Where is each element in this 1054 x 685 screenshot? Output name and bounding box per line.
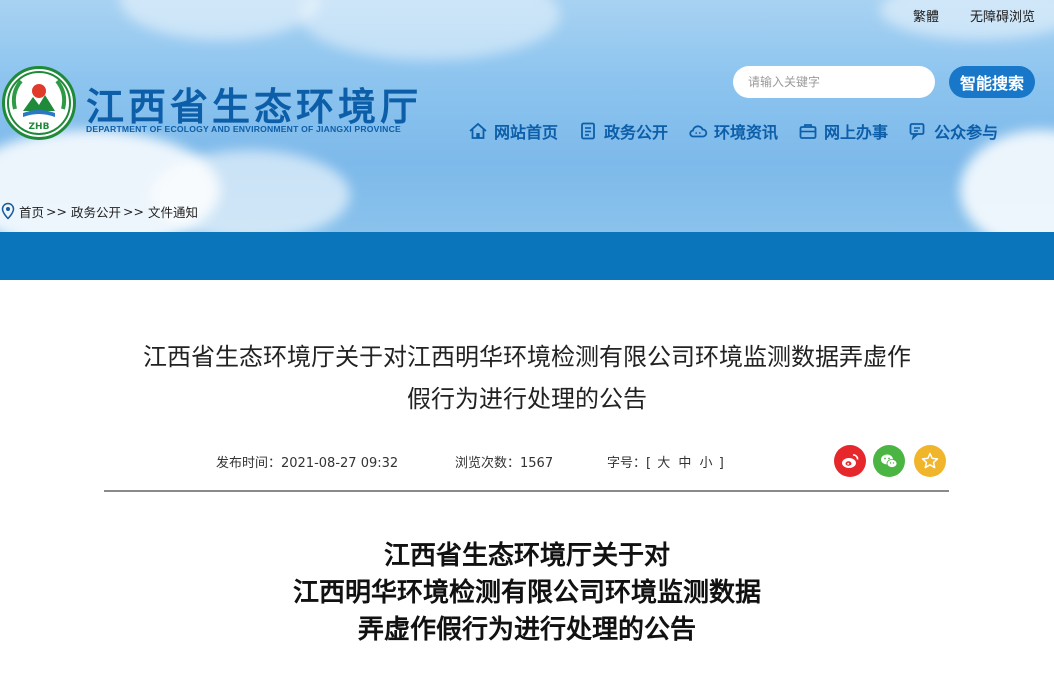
smart-search-button[interactable]: 智能搜索 [949,66,1035,98]
article-title-line: 江西省生态环境厅关于对江西明华环境检测有限公司环境监测数据弄虚作 [143,343,911,371]
document-icon [581,122,595,140]
weibo-icon [842,454,859,468]
cloud-decoration [120,0,320,40]
logo-text: ZHB [29,122,50,132]
font-size-label: 字号：[ [607,456,652,471]
briefcase-icon [799,124,817,139]
nav-item-label: 环境资讯 [714,123,779,142]
star-icon [921,452,939,469]
traditional-chinese-link[interactable]: 繁體 [913,6,939,25]
font-size-small-button[interactable]: 小 [700,456,713,471]
site-logo[interactable]: ZHB [2,66,76,140]
logo-emblem-icon: ZHB [7,71,71,135]
breadcrumb-government-affairs[interactable]: 政务公开 [71,202,121,221]
cloud-decoration [960,130,1054,232]
wechat-icon [881,454,898,468]
nav-item-label: 政务公开 [604,123,669,142]
publish-time-label: 发布时间： [216,456,282,471]
header-band [0,232,1054,280]
site-header: 繁體 无障碍浏览 ZHB 江西省生态环境厅 DEPARTMENT OF ECOL… [0,0,1054,232]
breadcrumb-separator: >> [46,203,67,219]
breadcrumb: 首页 >> 政务公开 >> 文件通知 [0,202,198,220]
publish-time-value: 2021-08-27 09:32 [281,456,399,471]
font-size-bracket: ] [718,456,724,471]
home-icon [469,122,487,139]
nav-item-government-affairs[interactable]: 政务公开 [578,118,668,144]
nav-item-home[interactable]: 网站首页 [468,118,558,144]
main-nav: 网站首页 政务公开 环境资讯 网上办事 公众参与 [468,118,998,144]
chat-icon [909,123,925,141]
breadcrumb-home[interactable]: 首页 [19,202,44,221]
site-subtitle: DEPARTMENT OF ECOLOGY AND ENVIRONMENT OF… [86,124,401,134]
nav-item-label: 网站首页 [494,123,559,142]
site-title[interactable]: 江西省生态环境厅 [86,76,422,131]
font-size-medium-button[interactable]: 中 [678,456,691,471]
article-title-line: 假行为进行处理的公告 [407,385,647,413]
cloud-decoration [300,0,560,60]
share-wechat-button[interactable] [873,445,905,477]
nav-item-label: 网上办事 [824,123,889,142]
nav-item-online-services[interactable]: 网上办事 [798,118,888,144]
cloud-icon [689,125,708,138]
breadcrumb-file-notices[interactable]: 文件通知 [148,202,198,221]
document-heading-line: 弄虚作假行为进行处理的公告 [357,615,696,645]
font-size-switcher: 字号：[ 大 中 小 ] [607,452,724,471]
view-count: 浏览次数：1567 [455,452,553,471]
document-heading-line: 江西省生态环境厅关于对 [383,541,670,571]
document-heading-line: 江西明华环境检测有限公司环境监测数据 [292,578,761,608]
publish-time: 发布时间：2021-08-27 09:32 [216,452,398,471]
font-size-large-button[interactable]: 大 [657,456,670,471]
share-weibo-button[interactable] [834,445,866,477]
favorite-button[interactable] [914,445,946,477]
accessibility-link[interactable]: 无障碍浏览 [970,6,1035,25]
nav-item-environment-news[interactable]: 环境资讯 [688,118,778,144]
view-count-value: 1567 [520,456,554,471]
nav-item-public-participation[interactable]: 公众参与 [908,118,998,144]
article-title: 江西省生态环境厅关于对江西明华环境检测有限公司环境监测数据弄虚作 假行为进行处理… [100,336,954,420]
breadcrumb-separator: >> [122,203,144,219]
location-pin-icon [1,202,15,220]
view-count-label: 浏览次数： [455,456,521,471]
search-input[interactable] [733,66,935,98]
nav-item-label: 公众参与 [934,123,999,142]
article-divider [104,490,949,492]
document-heading: 江西省生态环境厅关于对 江西明华环境检测有限公司环境监测数据 弄虚作假行为进行处… [100,538,954,649]
